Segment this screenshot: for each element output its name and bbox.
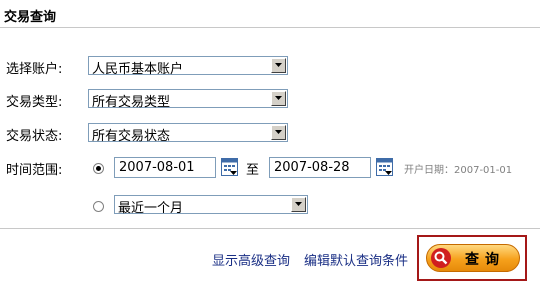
radio-selected-dot [96,166,101,171]
title-divider [0,27,540,28]
account-label: 选择账户: [6,62,63,77]
footer-divider [0,228,540,229]
calendar-icon[interactable] [376,158,393,176]
range-label: 时间范围: [6,163,63,178]
recent-period-value: 最近一个月 [118,201,184,216]
status-label: 交易状态: [6,129,63,144]
query-button-frame: 查询 [417,235,527,281]
end-date-value: 2007-08-28 [274,160,350,175]
end-date-input[interactable]: 2007-08-28 [269,157,371,178]
start-date-input[interactable]: 2007-08-01 [114,157,216,178]
date-to-label: 至 [246,163,260,178]
magnifier-icon [431,248,451,268]
date-range-radio[interactable] [93,163,104,174]
chevron-down-icon[interactable] [271,125,286,140]
status-select-value: 所有交易状态 [92,129,171,144]
page-title: 交易查询 [4,10,57,25]
type-select[interactable]: 所有交易类型 [88,89,288,110]
start-date-value: 2007-08-01 [119,160,195,175]
chevron-down-icon[interactable] [271,58,286,73]
account-select-value: 人民币基本账户 [92,62,184,77]
account-select[interactable]: 人民币基本账户 [88,56,288,77]
query-button[interactable]: 查询 [426,244,520,272]
show-advanced-query-link[interactable]: 显示高级查询 [212,250,290,269]
account-open-date: 开户日期：2007-01-01 [404,165,513,176]
calendar-icon[interactable] [221,158,238,176]
status-select[interactable]: 所有交易状态 [88,123,288,144]
recent-period-radio[interactable] [93,201,104,212]
chevron-down-icon[interactable] [291,197,306,212]
chevron-down-icon[interactable] [271,91,286,106]
query-button-label: 查询 [465,252,505,268]
recent-period-select[interactable]: 最近一个月 [114,195,308,216]
edit-default-conditions-link[interactable]: 编辑默认查询条件 [304,250,408,269]
type-label: 交易类型: [6,95,63,110]
type-select-value: 所有交易类型 [92,95,171,110]
